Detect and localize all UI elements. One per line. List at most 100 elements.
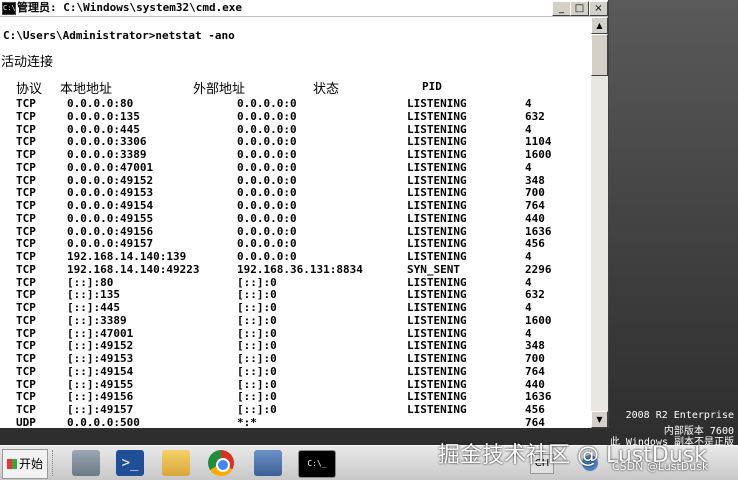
table-row: TCP [::]:49156 [::]:0 LISTENING 1636 xyxy=(0,390,591,403)
row-local: [::]:49154 xyxy=(67,364,134,378)
table-row: TCP [::]:49154 [::]:0 LISTENING 764 xyxy=(0,365,591,378)
header-state: 状态 xyxy=(313,82,340,97)
maximize-button[interactable]: □ xyxy=(570,1,589,16)
row-pid: 456 xyxy=(525,237,545,251)
minimize-button[interactable]: _ xyxy=(552,1,571,16)
row-local: 0.0.0.0:49157 xyxy=(67,237,154,251)
chrome-icon[interactable] xyxy=(208,450,234,476)
row-pid: 764 xyxy=(525,199,545,212)
row-proto: TCP xyxy=(16,135,36,149)
section-title: 活动连接 xyxy=(1,55,54,70)
row-pid: 1600 xyxy=(525,313,552,327)
title-bar[interactable]: C:\ 管理员: C:\Windows\system32\cmd.exe _ □… xyxy=(0,0,608,17)
console-output[interactable]: C:\Users\Administrator>netstat -ano 活动连接… xyxy=(0,17,591,428)
row-state: LISTENING xyxy=(407,160,467,174)
row-proto: TCP xyxy=(16,199,36,212)
row-state: LISTENING xyxy=(407,301,467,314)
network-tool-icon[interactable] xyxy=(254,450,282,476)
taskbar-divider xyxy=(52,450,55,476)
table-row: TCP 0.0.0.0:49155 0.0.0.0:0 LISTENING 440 xyxy=(0,212,591,225)
row-foreign: [::]:0 xyxy=(237,326,277,340)
row-foreign: [::]:0 xyxy=(237,377,277,391)
cmd-window[interactable]: C:\ 管理员: C:\Windows\system32\cmd.exe _ □… xyxy=(0,0,609,428)
row-proto: TCP xyxy=(16,364,36,378)
row-state: LISTENING xyxy=(407,224,467,238)
row-local: 0.0.0.0:135 xyxy=(67,109,140,123)
row-foreign: 0.0.0.0:0 xyxy=(237,173,297,187)
row-state: LISTENING xyxy=(407,403,467,416)
start-button[interactable]: 开始 xyxy=(2,449,48,479)
scroll-thumb[interactable] xyxy=(591,34,608,76)
row-state: LISTENING xyxy=(407,326,467,340)
table-row: TCP [::]:49152 [::]:0 LISTENING 348 xyxy=(0,339,591,352)
row-local: 0.0.0.0:47001 xyxy=(67,160,154,174)
row-local: 0.0.0.0:49155 xyxy=(67,211,154,225)
row-state: LISTENING xyxy=(407,390,467,404)
row-pid: 4 xyxy=(525,301,532,314)
scroll-up-arrow-icon[interactable]: ▲ xyxy=(591,17,608,34)
row-proto: TCP xyxy=(16,109,36,123)
row-pid: 4 xyxy=(525,160,532,174)
row-state: LISTENING xyxy=(407,173,467,187)
row-local: 0.0.0.0:49156 xyxy=(67,224,154,238)
row-foreign: [::]:0 xyxy=(237,339,277,353)
row-state: LISTENING xyxy=(407,288,467,302)
explorer-folder-icon[interactable] xyxy=(162,450,190,476)
table-row: TCP 0.0.0.0:49154 0.0.0.0:0 LISTENING 764 xyxy=(0,199,591,212)
cmd-icon: C:\ xyxy=(2,2,16,15)
cmd-taskbar-icon[interactable]: C:\_ xyxy=(298,450,336,478)
row-foreign: 0.0.0.0:0 xyxy=(237,135,297,149)
row-foreign: 0.0.0.0:0 xyxy=(237,148,297,161)
row-foreign: 192.168.36.131:8834 xyxy=(237,262,363,276)
table-row: TCP 0.0.0.0:49157 0.0.0.0:0 LISTENING 456 xyxy=(0,237,591,250)
row-foreign: *:* xyxy=(237,415,257,428)
close-button[interactable]: × xyxy=(589,1,608,16)
row-state: LISTENING xyxy=(407,339,467,353)
header-foreign: 外部地址 xyxy=(193,82,246,97)
row-state: LISTENING xyxy=(407,148,467,161)
row-foreign: 0.0.0.0:0 xyxy=(237,160,297,174)
row-foreign: [::]:0 xyxy=(237,275,277,289)
row-local: 0.0.0.0:3389 xyxy=(67,148,147,161)
row-state: LISTENING xyxy=(407,109,467,123)
row-pid: 348 xyxy=(525,173,545,187)
row-local: 192.168.14.140:139 xyxy=(67,250,187,263)
row-proto: TCP xyxy=(16,160,36,174)
powershell-icon[interactable]: >_ xyxy=(116,450,144,476)
row-foreign: [::]:0 xyxy=(237,403,277,416)
row-state: LISTENING xyxy=(407,97,467,110)
server-manager-icon[interactable] xyxy=(72,450,100,476)
row-local: 0.0.0.0:500 xyxy=(67,415,140,428)
table-row: TCP [::]:445 [::]:0 LISTENING 4 xyxy=(0,301,591,314)
row-foreign: 0.0.0.0:0 xyxy=(237,224,297,238)
row-local: [::]:47001 xyxy=(67,326,134,340)
row-pid: 440 xyxy=(525,377,545,391)
row-foreign: 0.0.0.0:0 xyxy=(237,186,297,200)
row-pid: 1636 xyxy=(525,224,552,238)
table-row: TCP [::]:47001 [::]:0 LISTENING 4 xyxy=(0,327,591,340)
row-proto: TCP xyxy=(16,288,36,302)
row-local: 0.0.0.0:3306 xyxy=(67,135,147,149)
vertical-scrollbar[interactable]: ▲ ▼ xyxy=(591,17,608,428)
row-foreign: 0.0.0.0:0 xyxy=(237,250,297,263)
row-proto: TCP xyxy=(16,97,36,110)
row-foreign: 0.0.0.0:0 xyxy=(237,237,297,251)
row-pid: 764 xyxy=(525,364,545,378)
row-foreign: 0.0.0.0:0 xyxy=(237,122,297,136)
row-proto: TCP xyxy=(16,237,36,251)
table-row: TCP 0.0.0.0:3306 0.0.0.0:0 LISTENING 1104 xyxy=(0,135,591,148)
table-row: TCP 0.0.0.0:49152 0.0.0.0:0 LISTENING 348 xyxy=(0,174,591,187)
table-row: TCP 0.0.0.0:445 0.0.0.0:0 LISTENING 4 xyxy=(0,123,591,136)
row-state: LISTENING xyxy=(407,237,467,251)
row-proto: TCP xyxy=(16,326,36,340)
row-state: LISTENING xyxy=(407,275,467,289)
table-row: TCP 0.0.0.0:80 0.0.0.0:0 LISTENING 4 xyxy=(0,97,591,110)
row-proto: TCP xyxy=(16,211,36,225)
row-pid: 700 xyxy=(525,186,545,200)
row-state: LISTENING xyxy=(407,352,467,365)
row-pid: 2296 xyxy=(525,262,552,276)
row-state: LISTENING xyxy=(407,211,467,225)
row-foreign: [::]:0 xyxy=(237,288,277,302)
scroll-down-arrow-icon[interactable]: ▼ xyxy=(591,411,608,428)
row-local: 0.0.0.0:49152 xyxy=(67,173,154,187)
